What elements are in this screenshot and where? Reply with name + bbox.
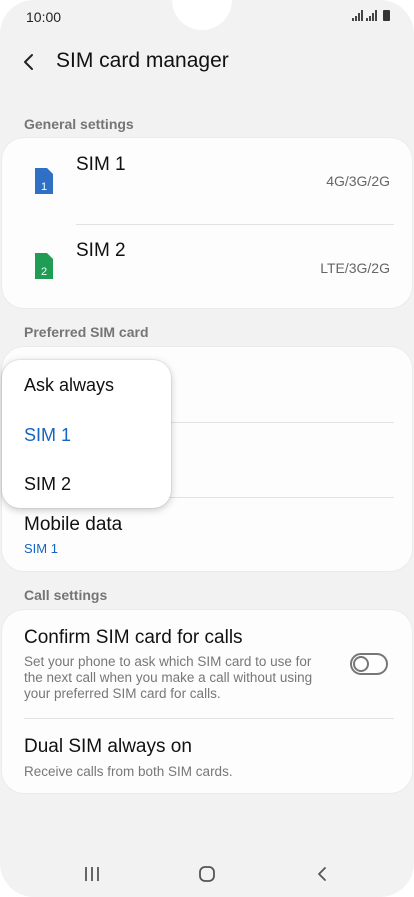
- sim1-row[interactable]: 1 SIM 1 4G/3G/2G: [2, 138, 412, 224]
- sim1-network: 4G/3G/2G: [326, 173, 390, 189]
- phone-screen: 10:00 SIM card manager General settings …: [0, 0, 414, 897]
- recent-apps-button[interactable]: [77, 862, 107, 886]
- status-icons: [352, 10, 390, 21]
- sim2-network: LTE/3G/2G: [320, 260, 390, 276]
- dropdown-option-sim1[interactable]: SIM 1: [24, 425, 71, 446]
- home-icon: [199, 866, 215, 882]
- preferred-sim-dropdown: Ask always SIM 1 SIM 2: [2, 360, 171, 508]
- section-label-call: Call settings: [24, 587, 108, 603]
- confirm-sim-row[interactable]: Confirm SIM card for calls Set your phon…: [2, 610, 412, 718]
- home-button[interactable]: [192, 862, 222, 886]
- confirm-sim-desc-line1: Set your phone to ask which SIM card to …: [24, 654, 312, 669]
- mobile-data-title: Mobile data: [24, 514, 123, 535]
- status-bar: 10:00: [0, 0, 414, 34]
- section-label-preferred: Preferred SIM card: [24, 324, 149, 340]
- signal-sim2-icon: [366, 10, 377, 21]
- general-settings-card: 1 SIM 1 4G/3G/2G 2 SIM 2 LTE/3G/2G: [2, 138, 412, 308]
- sim2-badge: 2: [41, 266, 47, 278]
- sim1-name: SIM 1: [76, 154, 126, 175]
- dual-sim-title: Dual SIM always on: [24, 736, 192, 757]
- navigation-bar: [0, 850, 414, 897]
- page-title: SIM card manager: [56, 49, 229, 72]
- dual-sim-desc: Receive calls from both SIM cards.: [24, 764, 233, 779]
- sim2-name: SIM 2: [76, 240, 126, 261]
- battery-icon: [383, 10, 390, 21]
- back-arrow-icon: [24, 54, 33, 70]
- sim2-row[interactable]: 2 SIM 2 LTE/3G/2G: [2, 224, 412, 310]
- section-label-general: General settings: [24, 116, 134, 132]
- sim-card-icon: 1: [35, 168, 53, 194]
- dual-sim-row[interactable]: Dual SIM always on Receive calls from bo…: [2, 719, 412, 793]
- signal-sim1-icon: [352, 10, 363, 21]
- app-header: SIM card manager: [0, 40, 414, 84]
- nav-back-button[interactable]: [308, 862, 338, 886]
- confirm-sim-toggle[interactable]: [350, 653, 388, 675]
- confirm-sim-desc-line3: your preferred SIM card for calls.: [24, 686, 221, 701]
- mobile-data-row[interactable]: Mobile data SIM 1: [2, 498, 412, 571]
- sim-card-icon: 2: [35, 253, 53, 279]
- toggle-knob: [353, 656, 369, 672]
- recent-apps-icon: [85, 867, 99, 881]
- dropdown-option-sim2[interactable]: SIM 2: [24, 474, 71, 495]
- back-icon: [318, 867, 326, 881]
- call-settings-card: Confirm SIM card for calls Set your phon…: [2, 610, 412, 793]
- dropdown-option-ask-always[interactable]: Ask always: [24, 375, 114, 396]
- confirm-sim-title: Confirm SIM card for calls: [24, 627, 243, 648]
- confirm-sim-desc-line2: the next call when you make a call witho…: [24, 670, 313, 685]
- sim1-badge: 1: [41, 181, 47, 193]
- status-time: 10:00: [26, 9, 62, 25]
- back-button[interactable]: [16, 48, 44, 76]
- mobile-data-value: SIM 1: [24, 541, 58, 556]
